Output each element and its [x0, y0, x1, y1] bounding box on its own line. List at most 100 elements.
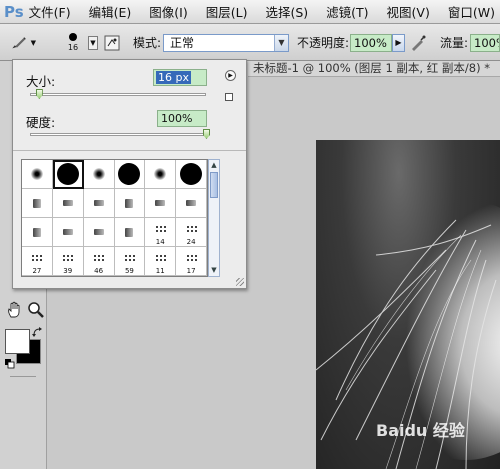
- brush-tool-icon[interactable]: ▼: [10, 24, 36, 61]
- brush-preset-dropdown-button[interactable]: ▼: [88, 24, 98, 61]
- new-preset-icon[interactable]: [225, 93, 233, 101]
- brush-preset-item[interactable]: [52, 218, 84, 247]
- menu-image[interactable]: 图像(I): [144, 2, 192, 21]
- spatter-brush-tip-icon: [185, 253, 197, 263]
- airbrush-icon[interactable]: [409, 24, 429, 61]
- spatter-brush-tip-icon: [185, 224, 197, 234]
- brush-preset-item[interactable]: [145, 189, 177, 218]
- swap-colors-icon[interactable]: [32, 326, 44, 337]
- opacity-field[interactable]: 100% ▶: [350, 24, 406, 61]
- menu-filter[interactable]: 滤镜(T): [321, 2, 373, 21]
- brush-preset-size-label: 46: [94, 267, 104, 275]
- scroll-thumb[interactable]: [210, 172, 218, 198]
- menu-bar: Ps 文件(F) 编辑(E) 图像(I) 图层(L) 选择(S) 滤镜(T) 视…: [0, 0, 500, 24]
- size-label: 大小:: [26, 74, 56, 89]
- menu-layer[interactable]: 图层(L): [201, 2, 253, 21]
- opacity-input[interactable]: 100%: [350, 33, 392, 52]
- brush-preset-size-label: 27: [32, 267, 42, 275]
- brush-preset-item[interactable]: [176, 160, 207, 189]
- brush-preset-item[interactable]: [114, 218, 146, 247]
- brush-preset-item[interactable]: 11: [145, 247, 177, 276]
- brush-preset-item[interactable]: [114, 189, 146, 218]
- size-slider[interactable]: [30, 93, 206, 96]
- toolbox-divider: [10, 376, 36, 377]
- shape-brush-tip-icon: [32, 198, 41, 208]
- shape-brush-tip-icon: [62, 229, 73, 235]
- hardness-input[interactable]: 100%: [157, 110, 207, 127]
- spatter-brush-tip-icon: [62, 253, 74, 263]
- brush-preset-size-label: 24: [186, 238, 196, 246]
- hardness-slider-thumb[interactable]: [203, 129, 210, 139]
- scroll-down-icon[interactable]: ▼: [209, 265, 219, 276]
- mode-select[interactable]: 正常 ▼: [163, 24, 289, 61]
- hand-tool-icon[interactable]: [6, 301, 24, 319]
- brush-preset-item[interactable]: [114, 160, 146, 189]
- hardness-slider[interactable]: [30, 133, 206, 136]
- resize-grip-icon[interactable]: [236, 278, 244, 286]
- spatter-brush-tip-icon: [93, 253, 105, 263]
- shape-brush-tip-icon: [93, 229, 104, 235]
- spatter-brush-tip-icon: [154, 253, 166, 263]
- flow-label: 流量:: [440, 36, 469, 50]
- brush-preset-item[interactable]: 27: [22, 247, 53, 276]
- brush-preset-item[interactable]: [83, 189, 115, 218]
- brush-preset-item[interactable]: [83, 160, 115, 189]
- hardness-label: 硬度:: [26, 115, 56, 130]
- brush-preset-item[interactable]: 59: [114, 247, 146, 276]
- toggle-brush-panel-icon[interactable]: [104, 24, 122, 61]
- shape-brush-tip-icon: [93, 200, 104, 206]
- shape-brush-tip-icon: [186, 200, 197, 206]
- menu-edit[interactable]: 编辑(E): [84, 2, 137, 21]
- foreground-color-swatch[interactable]: [5, 329, 30, 354]
- brush-preset-item[interactable]: [83, 218, 115, 247]
- menu-view[interactable]: 视图(V): [382, 2, 435, 21]
- brush-preset-item[interactable]: [176, 189, 207, 218]
- brush-preset-item[interactable]: 46: [83, 247, 115, 276]
- brush-preset-picker[interactable]: 16: [58, 24, 88, 61]
- brush-preset-item[interactable]: 24: [176, 218, 207, 247]
- panel-divider: [13, 150, 246, 151]
- opacity-label: 不透明度:: [297, 36, 350, 50]
- brush-preset-item[interactable]: [145, 160, 177, 189]
- panel-menu-icon[interactable]: ▶: [225, 70, 236, 81]
- scroll-up-icon[interactable]: ▲: [209, 160, 219, 171]
- default-colors-icon[interactable]: [5, 358, 15, 369]
- brush-preset-item[interactable]: [22, 160, 53, 189]
- spatter-brush-tip-icon: [31, 253, 43, 263]
- hard-brush-tip-icon: [56, 163, 79, 185]
- document-tab[interactable]: 未标题-1 @ 100% (图层 1 副本, 红 副本/8) *: [248, 61, 500, 77]
- soft-brush-tip-icon: [30, 168, 43, 180]
- brush-preset-item[interactable]: 14: [145, 218, 177, 247]
- size-input[interactable]: 16 px: [153, 69, 207, 86]
- brush-preset-panel: 大小: 16 px ▶ 硬度: 100% 14 24 27 39 46 59 11 17 ▲ …: [12, 59, 247, 289]
- flow-input[interactable]: 100%: [470, 33, 500, 52]
- shape-brush-tip-icon: [32, 227, 41, 237]
- brush-preset-item[interactable]: 39: [52, 247, 84, 276]
- shape-brush-tip-icon: [125, 227, 134, 237]
- chevron-down-icon: ▼: [88, 35, 98, 50]
- mode-label: 模式:: [133, 36, 162, 50]
- soft-brush-tip-icon: [92, 168, 105, 180]
- size-value: 16 px: [156, 71, 191, 84]
- spatter-brush-tip-icon: [154, 224, 166, 234]
- flow-field[interactable]: 100%: [470, 24, 500, 61]
- brush-preset-size-label: 14: [155, 238, 165, 246]
- hard-brush-tip-icon: [118, 163, 141, 185]
- shape-brush-tip-icon: [155, 200, 166, 206]
- menu-select[interactable]: 选择(S): [260, 2, 313, 21]
- brush-preset-item[interactable]: [22, 189, 53, 218]
- brush-preset-item[interactable]: [22, 218, 53, 247]
- opacity-slider-arrow-icon[interactable]: ▶: [392, 33, 405, 52]
- menu-window[interactable]: 窗口(W): [443, 2, 500, 21]
- brush-preset-size-label: 17: [186, 267, 196, 275]
- menu-file[interactable]: 文件(F): [24, 2, 76, 21]
- brush-preset-item[interactable]: [52, 160, 84, 189]
- zoom-tool-icon[interactable]: [27, 301, 45, 319]
- brush-preset-item[interactable]: 17: [176, 247, 207, 276]
- brush-preset-size-label: 11: [155, 267, 165, 275]
- preset-scrollbar[interactable]: ▲ ▼: [208, 159, 220, 277]
- document-canvas[interactable]: Baidu 经验: [316, 140, 500, 469]
- mode-value: 正常: [170, 36, 195, 50]
- size-slider-thumb[interactable]: [35, 89, 43, 99]
- brush-preset-item[interactable]: [52, 189, 84, 218]
